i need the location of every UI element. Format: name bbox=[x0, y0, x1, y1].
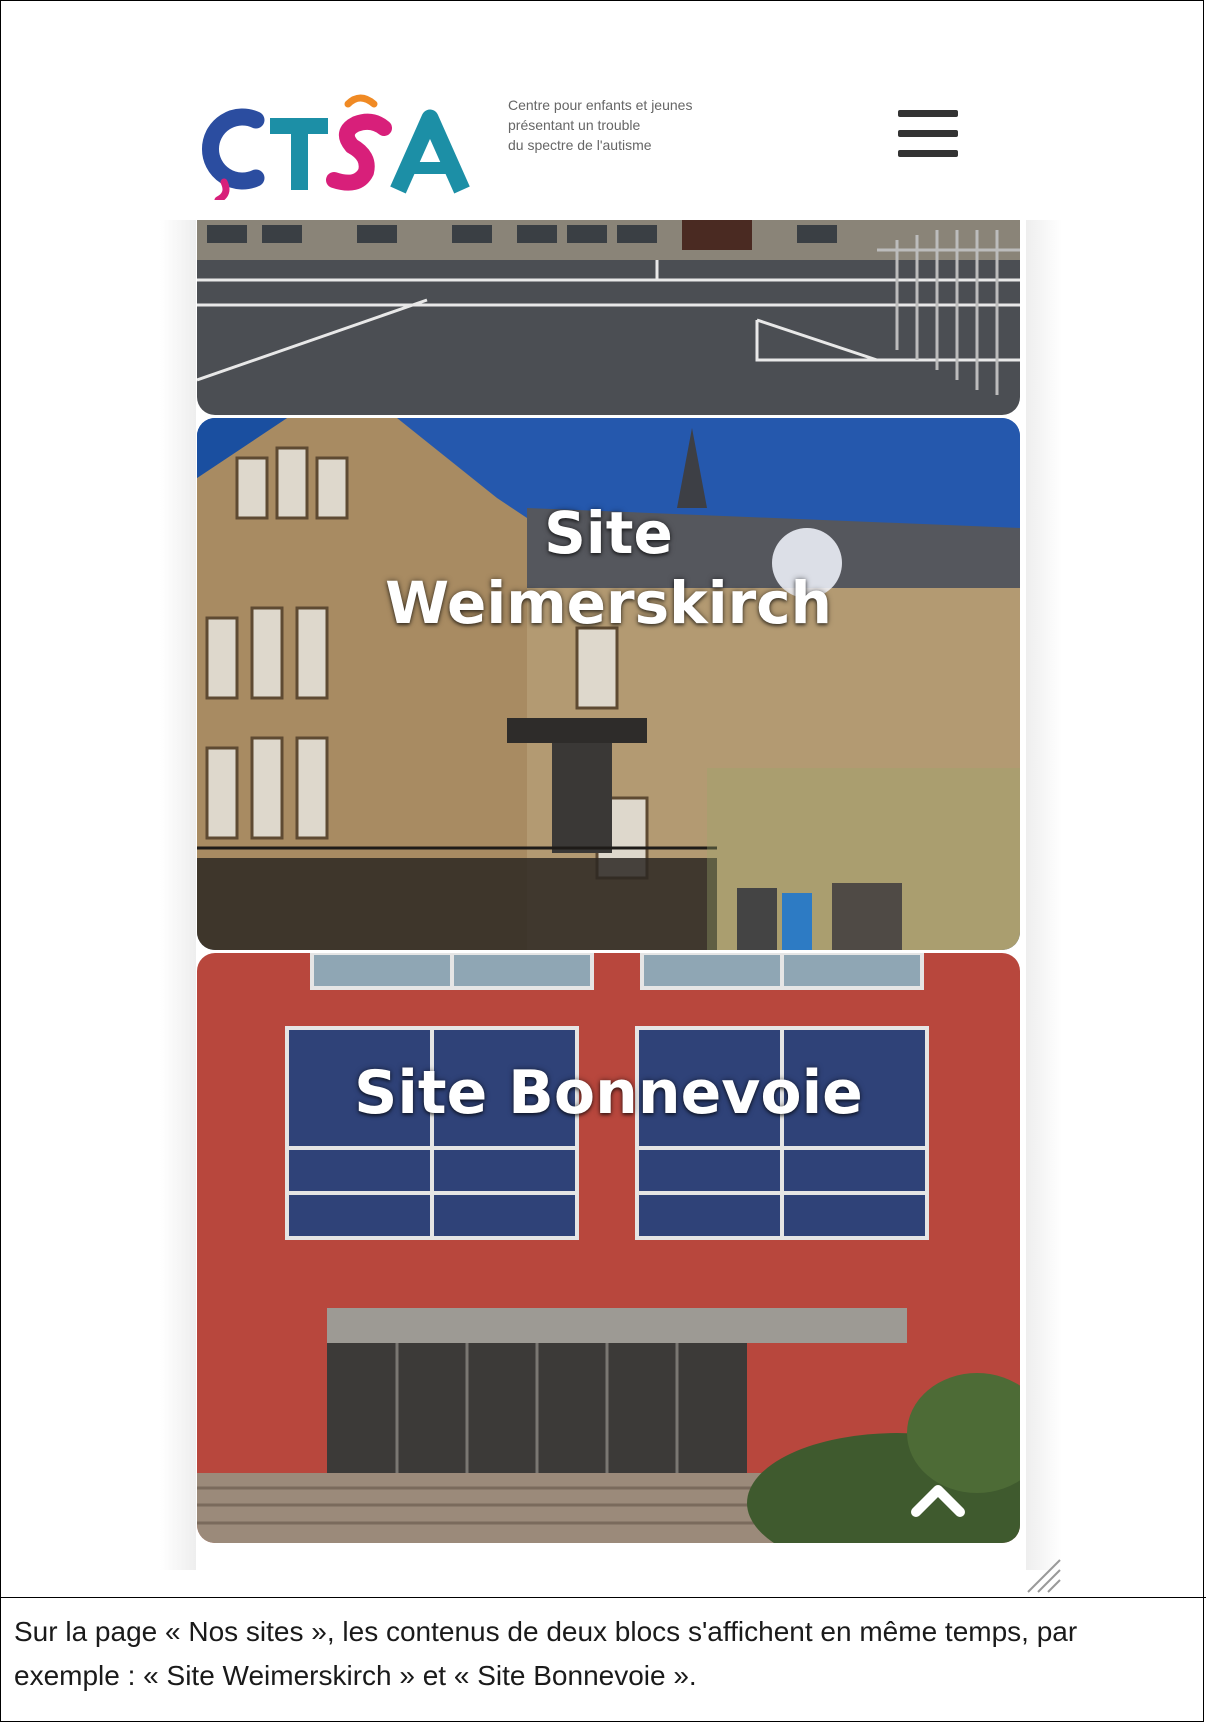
chevron-up-glyph bbox=[911, 1485, 965, 1517]
tagline-line-1: Centre pour enfants et jeunes bbox=[508, 97, 693, 113]
resize-grip-glyph bbox=[1027, 1559, 1061, 1593]
tagline-line-3: du spectre de l'autisme bbox=[508, 137, 652, 153]
hamburger-bar bbox=[898, 150, 958, 157]
tagline-line-2: présentant un trouble bbox=[508, 117, 641, 133]
site-card-weimerskirch[interactable]: Site Weimerskirch bbox=[197, 418, 1020, 950]
hamburger-bar bbox=[898, 110, 958, 117]
hamburger-bar bbox=[898, 130, 958, 137]
schoolyard-photo bbox=[197, 220, 1020, 415]
resize-grip-icon[interactable] bbox=[1020, 1552, 1062, 1594]
viewport-edge-right bbox=[1026, 220, 1062, 1570]
site-title-weimerskirch: Site Weimerskirch bbox=[197, 498, 1020, 638]
site-card-bonnevoie[interactable]: Site Bonnevoie bbox=[197, 953, 1020, 1543]
bonnevoie-photo bbox=[197, 953, 1020, 1543]
logo-tagline: Centre pour enfants et jeunes présentant… bbox=[508, 95, 768, 155]
ctsa-logo[interactable] bbox=[198, 90, 488, 204]
site-title-line-1: Site bbox=[544, 499, 673, 567]
hamburger-icon[interactable] bbox=[898, 110, 958, 158]
issue-caption: Sur la page « Nos sites », les contenus … bbox=[14, 1616, 1078, 1691]
site-card-schoolyard[interactable] bbox=[197, 220, 1020, 415]
ctsa-logo-mark bbox=[201, 94, 470, 204]
chevron-up-icon[interactable] bbox=[908, 1470, 968, 1530]
viewport-edge-left bbox=[160, 220, 196, 1570]
site-header: Centre pour enfants et jeunes présentant… bbox=[163, 70, 1063, 220]
caption-divider bbox=[0, 1597, 1206, 1598]
site-title-line-2: Weimerskirch bbox=[385, 569, 832, 637]
site-title-bonnevoie: Site Bonnevoie bbox=[354, 1058, 863, 1128]
